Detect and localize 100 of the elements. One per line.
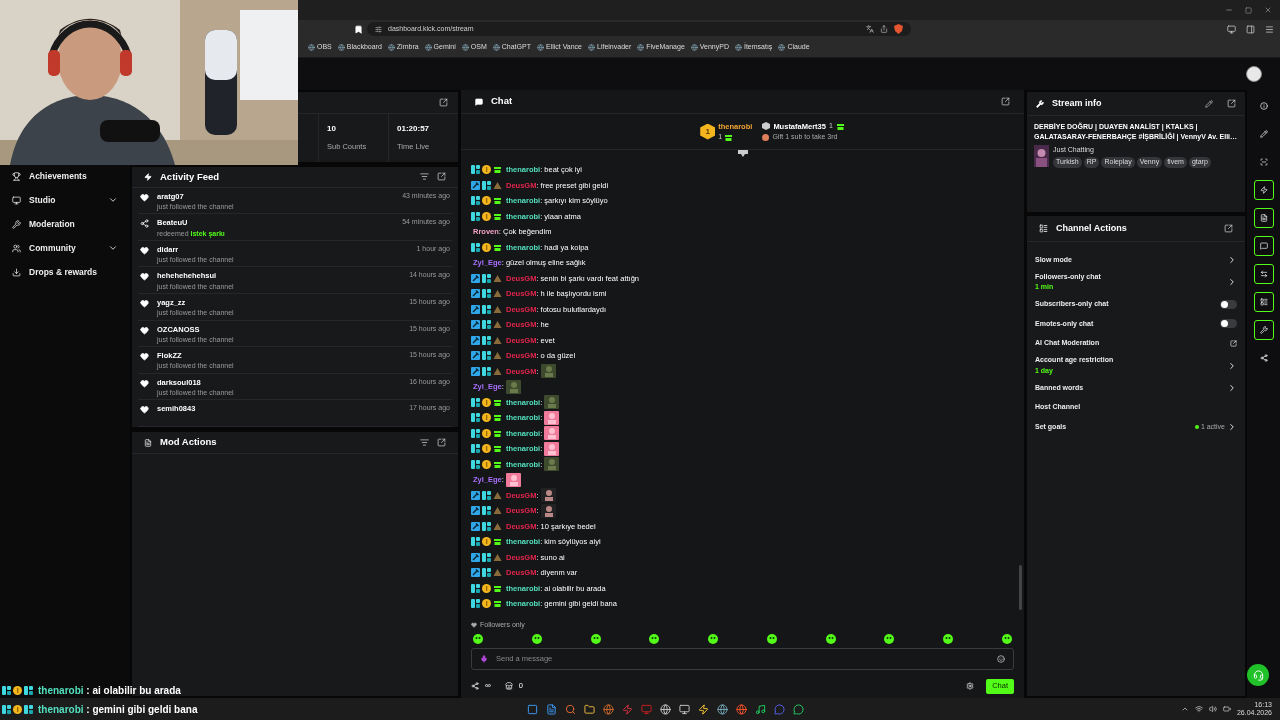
search-icon[interactable] bbox=[564, 703, 576, 715]
emote-icon[interactable] bbox=[531, 634, 542, 644]
sidebar-item[interactable]: Moderation bbox=[29, 217, 118, 231]
popout-icon[interactable] bbox=[437, 172, 446, 182]
emote-icon[interactable] bbox=[766, 634, 777, 644]
notes-icon[interactable] bbox=[545, 703, 557, 715]
rail-button[interactable] bbox=[1253, 208, 1274, 228]
globe-icon[interactable] bbox=[602, 703, 614, 715]
settings-icon[interactable] bbox=[966, 682, 975, 690]
rail-button[interactable] bbox=[1253, 180, 1274, 200]
overlay-chat-line: thenarobi : gemini gibi geldi bana bbox=[38, 703, 198, 717]
toggle-switch[interactable] bbox=[1220, 319, 1237, 329]
popout-icon[interactable] bbox=[1001, 97, 1010, 106]
chevron-icon[interactable] bbox=[1227, 277, 1237, 287]
sidebar-item[interactable]: Achievements bbox=[29, 169, 118, 183]
panel-title: Mod Actions bbox=[160, 435, 218, 450]
hammer-badge-icon bbox=[471, 506, 480, 516]
microphone-icon[interactable] bbox=[480, 655, 488, 663]
menu-icon[interactable] bbox=[1265, 24, 1274, 34]
filter-icon[interactable] bbox=[420, 172, 429, 182]
tools-icon bbox=[1259, 326, 1268, 334]
heart-icon bbox=[471, 621, 477, 628]
focus-icon bbox=[1259, 158, 1268, 166]
chat-bubble-icon[interactable] bbox=[792, 703, 804, 715]
popout-icon[interactable] bbox=[437, 438, 446, 447]
chevron-icon[interactable] bbox=[1227, 421, 1237, 432]
filter-icon[interactable] bbox=[420, 438, 429, 447]
folder-icon[interactable] bbox=[583, 703, 595, 715]
heart-icon bbox=[140, 192, 149, 202]
sidebar-item[interactable]: Studio bbox=[29, 193, 100, 207]
coin-badge-icon bbox=[13, 705, 22, 714]
globe-icon bbox=[308, 44, 315, 51]
popout-icon[interactable] bbox=[439, 98, 448, 107]
og-badge-icon bbox=[482, 180, 491, 190]
toggle-switch[interactable] bbox=[1220, 299, 1237, 309]
sidebar-item[interactable]: Drops & rewards bbox=[29, 265, 118, 279]
chat-icon bbox=[1259, 242, 1268, 250]
coin-badge-icon bbox=[482, 459, 491, 469]
emote-icon[interactable] bbox=[708, 634, 719, 644]
sidebar-icon[interactable] bbox=[1246, 24, 1255, 34]
og-badge-icon bbox=[471, 165, 480, 175]
battery-icon bbox=[1222, 705, 1231, 713]
edit-icon[interactable] bbox=[1205, 99, 1213, 108]
globe-icon bbox=[492, 44, 500, 51]
globe-icon[interactable] bbox=[716, 703, 728, 715]
info-icon bbox=[1259, 102, 1268, 110]
og-badge-icon bbox=[482, 351, 491, 361]
popout-icon[interactable] bbox=[1227, 99, 1236, 108]
store-icon[interactable] bbox=[504, 682, 513, 690]
maximize-icon[interactable] bbox=[1245, 6, 1252, 14]
og-badge-icon bbox=[2, 705, 11, 714]
emote-icon[interactable] bbox=[649, 634, 660, 644]
globe-icon bbox=[536, 44, 544, 51]
emote-icon[interactable] bbox=[473, 634, 483, 644]
hammer-badge-icon bbox=[471, 351, 480, 361]
monitor-icon[interactable] bbox=[678, 703, 690, 715]
hammer-badge-icon bbox=[471, 521, 480, 531]
globe-icon bbox=[337, 44, 345, 51]
chevron-icon[interactable] bbox=[108, 243, 118, 253]
rail-button[interactable] bbox=[1253, 292, 1274, 312]
scrollbar[interactable] bbox=[1019, 564, 1022, 610]
emoji-icon[interactable] bbox=[997, 655, 1005, 663]
pile-badge-icon bbox=[493, 180, 502, 190]
globe-icon[interactable] bbox=[659, 703, 671, 715]
emote-icon[interactable] bbox=[884, 634, 895, 644]
emote-icon[interactable] bbox=[590, 634, 601, 644]
rail-button[interactable] bbox=[1253, 320, 1274, 340]
og-badge-icon bbox=[471, 444, 480, 454]
heart-icon bbox=[140, 378, 149, 388]
bookmark-icon[interactable] bbox=[354, 24, 363, 34]
external-link-icon[interactable] bbox=[1230, 339, 1237, 347]
og-badge-icon bbox=[24, 705, 33, 714]
globe-icon[interactable] bbox=[735, 703, 747, 715]
start-icon[interactable] bbox=[526, 703, 538, 715]
chevron-icon[interactable] bbox=[1227, 382, 1237, 393]
translate-icon[interactable] bbox=[866, 25, 874, 33]
share-icon[interactable] bbox=[880, 25, 888, 33]
chat-bubble-icon[interactable] bbox=[773, 703, 785, 715]
emote-icon[interactable] bbox=[943, 634, 954, 644]
emote-icon[interactable] bbox=[825, 634, 836, 644]
close-icon[interactable] bbox=[1264, 6, 1272, 14]
popout-icon[interactable] bbox=[1224, 224, 1233, 233]
emote-icon bbox=[544, 395, 560, 410]
og-badge-icon bbox=[482, 366, 491, 376]
avatar[interactable] bbox=[1246, 66, 1262, 82]
emote-icon[interactable] bbox=[1001, 634, 1012, 644]
hammer-badge-icon bbox=[471, 366, 480, 376]
pin-icon[interactable] bbox=[738, 150, 748, 158]
rail-button[interactable] bbox=[1253, 236, 1274, 256]
chevron-icon[interactable] bbox=[108, 195, 118, 205]
coin-badge-icon bbox=[482, 444, 491, 454]
rail-button[interactable] bbox=[1253, 264, 1274, 284]
music-icon[interactable] bbox=[754, 703, 766, 715]
hammer-badge-icon bbox=[471, 320, 480, 330]
og-badge-icon bbox=[24, 686, 33, 695]
shield-icon[interactable] bbox=[894, 24, 903, 34]
screenshot-icon[interactable] bbox=[1227, 24, 1236, 34]
sidebar-item[interactable]: Community bbox=[29, 241, 100, 255]
chevron-icon[interactable] bbox=[1227, 360, 1237, 371]
chevron-icon[interactable] bbox=[1227, 254, 1237, 265]
